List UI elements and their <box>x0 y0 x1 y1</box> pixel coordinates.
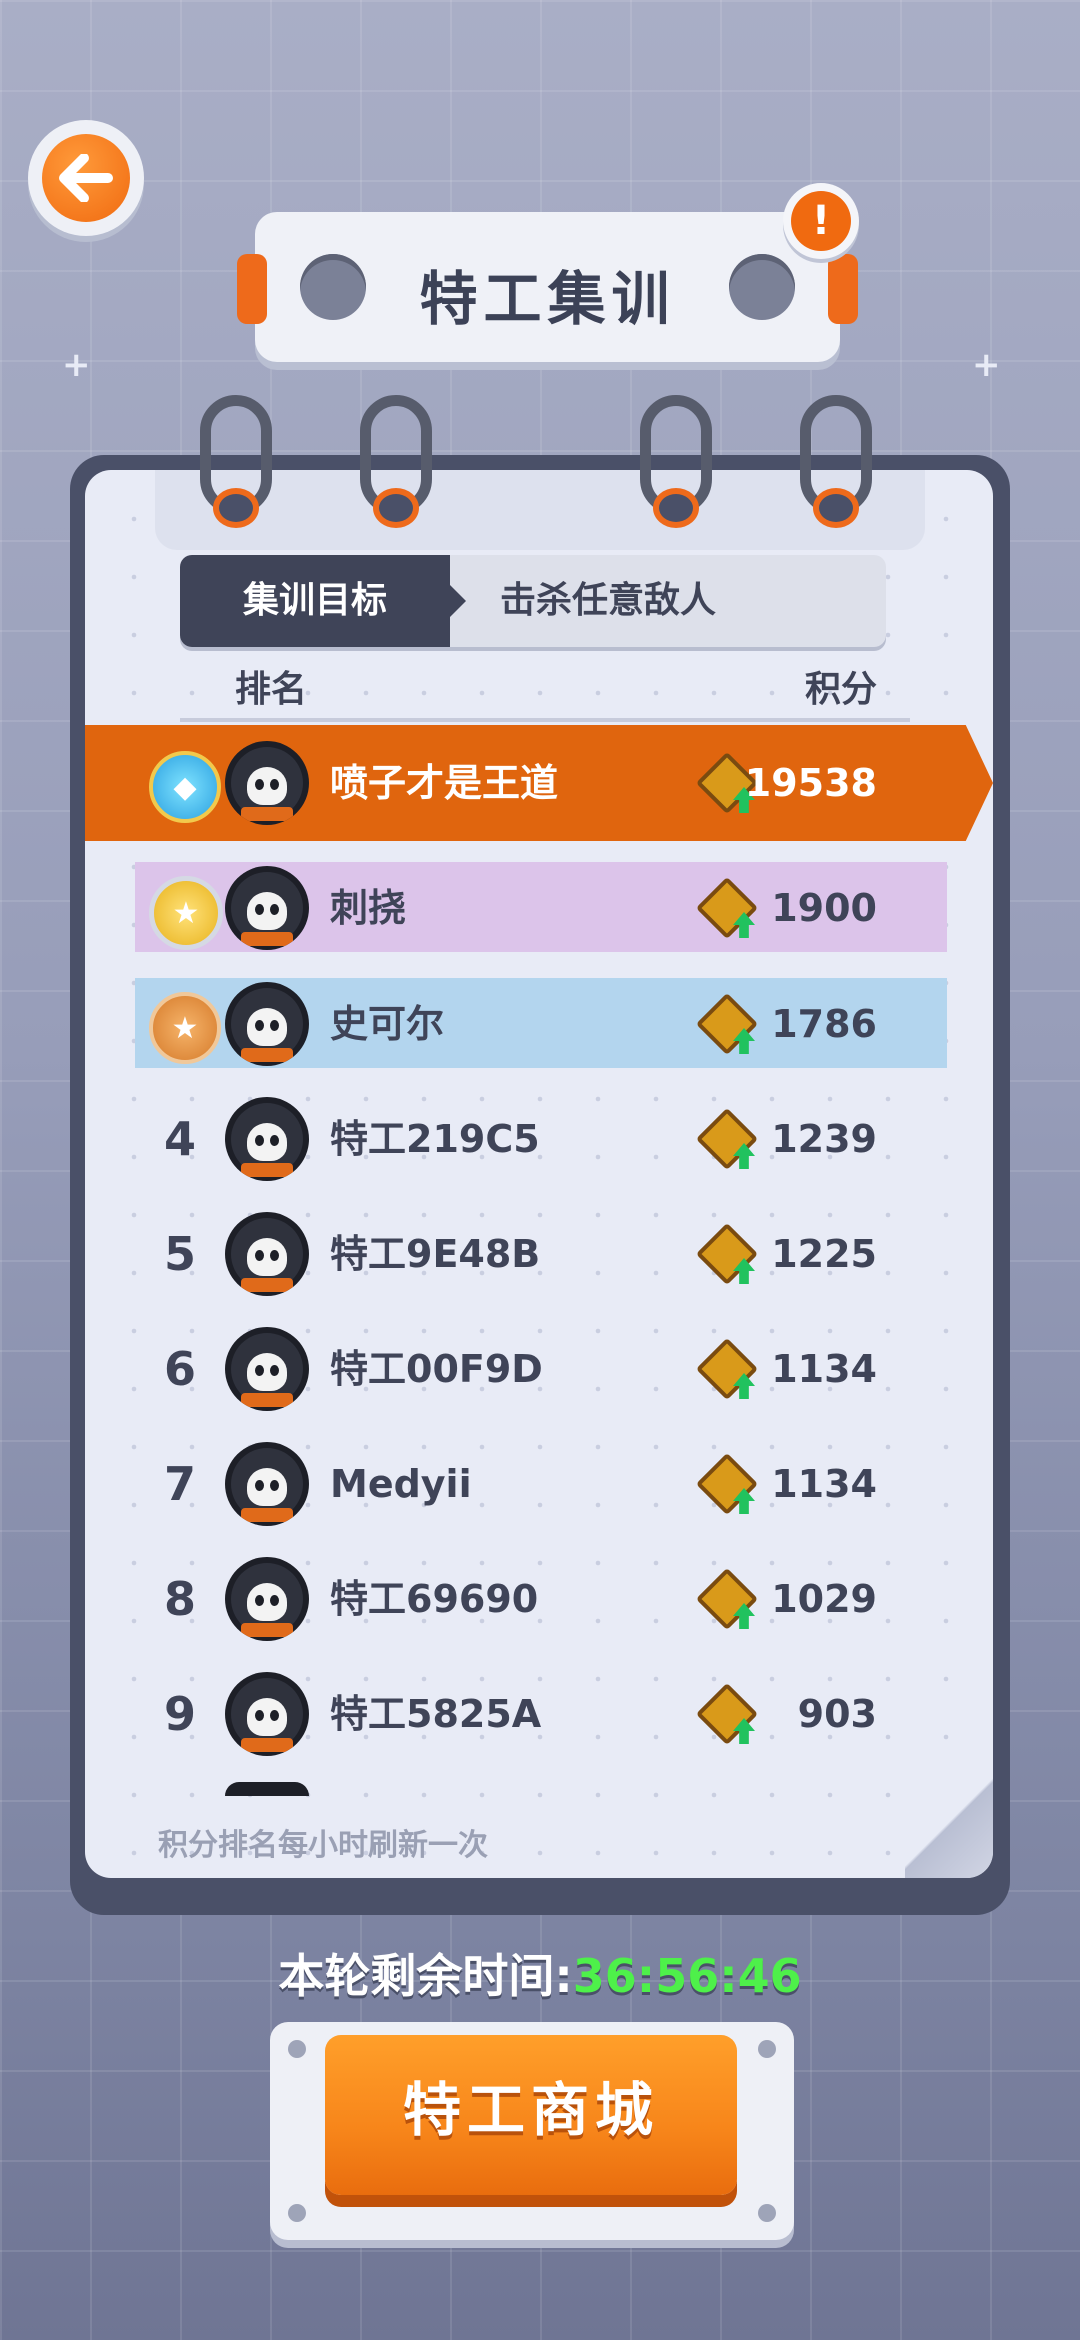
sparkle-icon: + <box>972 345 1001 385</box>
points-icon <box>695 1222 759 1286</box>
avatar <box>225 1557 309 1641</box>
table-row[interactable]: 4 特工219C5 1239 <box>135 1093 947 1185</box>
silver-medal-icon: ★ <box>149 876 223 950</box>
arrow-left-icon <box>42 134 130 222</box>
avatar <box>225 1097 309 1181</box>
avatar <box>225 982 309 1066</box>
points-icon <box>695 1567 759 1631</box>
table-row[interactable]: 7 Medyii 1134 <box>135 1438 947 1530</box>
player-name: 特工219C5 <box>330 1117 540 1161</box>
player-name: 特工69690 <box>330 1577 539 1621</box>
rank-number: 9 <box>163 1687 196 1741</box>
avatar <box>225 1327 309 1411</box>
refresh-note: 积分排名每小时刷新一次 <box>158 1828 488 1863</box>
bronze-medal-icon: ★ <box>149 992 221 1064</box>
player-name: 史可尔 <box>330 1002 445 1046</box>
round-timer: 本轮剩余时间:36:56:46 <box>0 1940 1080 2006</box>
exclamation-icon: ! <box>791 191 851 251</box>
player-score: 1134 <box>771 1347 877 1391</box>
player-name: 特工5825A <box>330 1692 542 1736</box>
table-row[interactable]: 6 特工00F9D 1134 <box>135 1323 947 1415</box>
info-button[interactable]: ! <box>783 183 859 259</box>
player-score: 19538 <box>744 761 877 805</box>
points-icon <box>695 876 759 940</box>
score-column-header: 积分 <box>805 669 878 710</box>
avatar <box>225 1212 309 1296</box>
rank-number: 8 <box>163 1572 196 1626</box>
rank-number: 4 <box>163 1112 196 1166</box>
diamond-medal-icon: ◆ <box>149 751 221 823</box>
player-score: 1239 <box>771 1117 877 1161</box>
player-name: 喷子才是王道 <box>330 761 559 805</box>
rank-column-header: 排名 <box>235 669 308 710</box>
points-icon <box>695 992 759 1056</box>
player-name: 特工9E48B <box>330 1232 541 1276</box>
avatar <box>225 1442 309 1526</box>
table-row[interactable]: 9 特工5825A 903 <box>135 1668 947 1760</box>
points-icon <box>695 1337 759 1401</box>
player-score: 903 <box>797 1692 877 1736</box>
timer-value: 36:56:46 <box>572 1949 802 2003</box>
rank-number: 5 <box>163 1227 196 1281</box>
table-row[interactable]: ★ 刺挠 1900 <box>135 862 947 954</box>
points-icon <box>695 1452 759 1516</box>
agent-shop-button[interactable]: 特工商城 <box>325 2035 737 2195</box>
points-icon <box>695 1682 759 1746</box>
sparkle-icon: + <box>62 345 91 385</box>
avatar <box>225 866 309 950</box>
table-row[interactable]: 8 特工69690 1029 <box>135 1553 947 1645</box>
player-name: Medyii <box>330 1462 472 1506</box>
player-score: 1900 <box>771 886 877 930</box>
avatar <box>225 1672 309 1756</box>
player-score: 1786 <box>771 1002 877 1046</box>
table-row[interactable]: ◆ 喷子才是王道 19538 <box>135 737 947 829</box>
avatar <box>225 741 309 825</box>
rank-number: 6 <box>163 1342 196 1396</box>
page-curl <box>905 1770 993 1878</box>
player-score: 1029 <box>771 1577 877 1621</box>
page-title: 特工集训 <box>419 265 676 333</box>
points-icon <box>695 1107 759 1171</box>
tab-training-goal[interactable]: 集训目标 <box>180 555 466 647</box>
player-name: 特工00F9D <box>330 1347 543 1391</box>
title-plate: 特工集训 <box>237 212 858 362</box>
player-score: 1225 <box>771 1232 877 1276</box>
player-name: 刺挠 <box>330 886 407 930</box>
rank-number: 7 <box>163 1457 196 1511</box>
back-button[interactable] <box>28 120 144 236</box>
objective-text: 击杀任意敌人 <box>500 580 717 621</box>
table-row[interactable]: 5 特工9E48B 1225 <box>135 1208 947 1300</box>
table-row[interactable]: ★ 史可尔 1786 <box>135 978 947 1070</box>
timer-label: 本轮剩余时间: <box>278 1949 573 2003</box>
player-score: 1134 <box>771 1462 877 1506</box>
avatar-partial <box>225 1782 309 1796</box>
objective-tabbar: 集训目标 击杀任意敌人 <box>180 555 886 647</box>
